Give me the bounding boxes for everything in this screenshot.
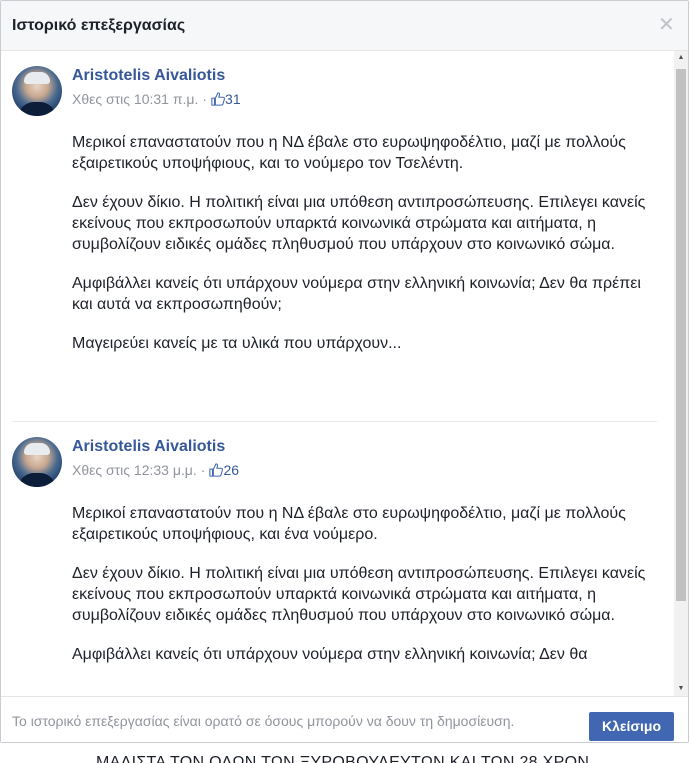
history-list[interactable]: Aristotelis Aivaliotis Χθες στις 10:31 π…: [1, 51, 688, 696]
dialog-footer: Το ιστορικό επεξεργασίας είναι ορατό σε …: [1, 696, 688, 742]
close-button[interactable]: Κλείσιμο: [589, 712, 674, 741]
dialog-header: Ιστορικό επεξεργασίας ✕: [1, 1, 688, 51]
avatar-hair: [24, 443, 50, 455]
avatar-shirt: [18, 473, 56, 487]
avatar-shirt: [18, 102, 56, 116]
background-post-text: ΜΑΛΙΣΤΑ ΤΟΝ ΟΛΩΝ ΤΩΝ ΞΥΡΟΒΟΥΛΕΥΤΩΝ ΚΑΙ Τ…: [96, 754, 590, 763]
like-count[interactable]: 26: [223, 462, 239, 478]
entry-meta: Χθες στις 10:31 π.μ. · 31: [72, 90, 241, 108]
history-entry: Aristotelis Aivaliotis Χθες στις 10:31 π…: [12, 66, 657, 406]
avatar[interactable]: [12, 66, 62, 116]
post-text: Μερικοί επαναστατούν που η ΝΔ έβαλε στο …: [72, 132, 652, 372]
entry-timestamp[interactable]: Χθες στις 12:33 μ.μ.: [72, 462, 197, 478]
close-icon[interactable]: ✕: [658, 15, 675, 35]
scroll-up-arrow-icon[interactable]: ▲: [674, 51, 688, 65]
post-paragraph: Δεν έχουν δίκιο. Η πολιτική είναι μια υπ…: [72, 565, 646, 624]
visibility-note: Το ιστορικό επεξεργασίας είναι ορατό σε …: [12, 713, 515, 729]
post-paragraph: Μερικοί επαναστατούν που η ΝΔ έβαλε στο …: [72, 134, 626, 172]
scroll-thumb[interactable]: [676, 69, 686, 601]
background-page: ΜΑΛΙΣΤΑ ΤΟΝ ΟΛΩΝ ΤΩΝ ΞΥΡΟΒΟΥΛΕΥΤΩΝ ΚΑΙ Τ…: [0, 743, 691, 763]
vertical-scrollbar[interactable]: ▲ ▼: [674, 51, 688, 696]
post-paragraph: Μαγειρεύει κανείς με τα υλικά που υπάρχο…: [72, 335, 402, 352]
post-paragraph: Μερικοί επαναστατούν που η ΝΔ έβαλε στο …: [72, 505, 626, 543]
like-count[interactable]: 31: [225, 91, 241, 107]
scroll-down-arrow-icon[interactable]: ▼: [674, 682, 688, 696]
author-name[interactable]: Aristotelis Aivaliotis: [72, 66, 225, 86]
dialog-title: Ιστορικό επεξεργασίας: [12, 17, 186, 34]
edit-history-dialog: Ιστορικό επεξεργασίας ✕ Aristotelis Aiva…: [0, 0, 689, 743]
entry-timestamp[interactable]: Χθες στις 10:31 π.μ.: [72, 91, 198, 107]
avatar[interactable]: [12, 437, 62, 487]
post-paragraph: Αμφιβάλλει κανείς ότι υπάρχουν νούμερα σ…: [72, 646, 588, 663]
meta-separator: ·: [200, 462, 206, 478]
meta-separator: ·: [202, 91, 208, 107]
entry-divider: [12, 421, 657, 422]
author-name[interactable]: Aristotelis Aivaliotis: [72, 437, 225, 457]
post-text: Μερικοί επαναστατούν που η ΝΔ έβαλε στο …: [72, 503, 652, 683]
post-paragraph: Δεν έχουν δίκιο. Η πολιτική είναι μια υπ…: [72, 194, 646, 253]
history-entry: Aristotelis Aivaliotis Χθες στις 12:33 μ…: [12, 437, 657, 696]
entry-meta: Χθες στις 12:33 μ.μ. · 26: [72, 461, 239, 479]
thumbs-up-icon: [209, 463, 224, 477]
thumbs-up-icon: [211, 92, 226, 106]
avatar-hair: [24, 72, 50, 84]
post-paragraph: Αμφιβάλλει κανείς ότι υπάρχουν νούμερα σ…: [72, 275, 641, 313]
